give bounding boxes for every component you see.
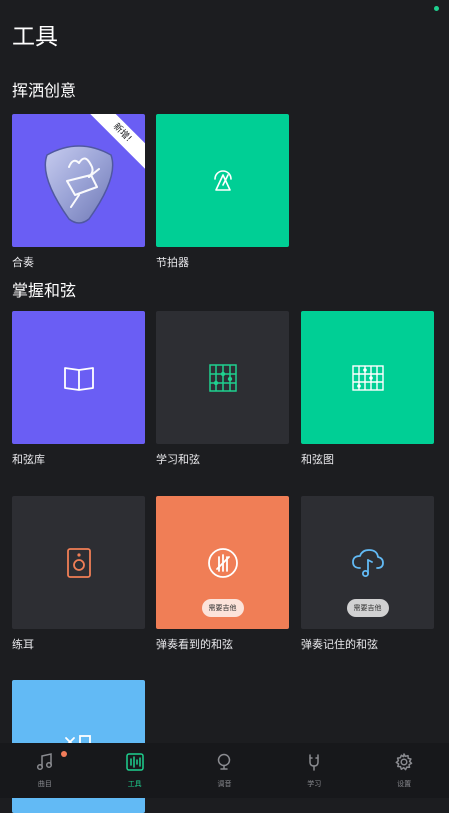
bottom-nav: 曲目 工具 调音 学习 设置 (0, 743, 449, 798)
notification-badge (61, 751, 67, 757)
gear-icon (395, 753, 413, 771)
tile-ensemble[interactable]: 新增! (12, 114, 145, 247)
metronome-icon (213, 169, 232, 191)
tile-chord-library[interactable] (12, 311, 145, 444)
tile-learn-chords[interactable] (156, 311, 289, 444)
book-icon (63, 366, 94, 391)
tile-label-play-remembered-chords: 弹奏记住的和弦 (301, 638, 378, 651)
nav-label-learn: 学习 (307, 780, 322, 788)
section-title-chords: 掌握和弦 (12, 281, 77, 300)
tools-icon (125, 753, 144, 771)
tile-label-play-seen-chords: 弹奏看到的和弦 (156, 638, 233, 651)
tile-ear-training[interactable] (12, 496, 145, 629)
chord-grid-icon (208, 363, 237, 392)
nav-item-settings[interactable]: 设置 (359, 743, 449, 798)
chord-chart-icon (351, 364, 384, 391)
cloud-music-icon (351, 548, 384, 577)
learn-icon (309, 754, 320, 771)
nav-label-settings: 设置 (397, 780, 412, 788)
tuner-icon (218, 753, 231, 770)
tile-label-learn-chords: 学习和弦 (156, 453, 200, 466)
nav-item-songs[interactable]: 曲目 (0, 743, 90, 798)
nav-item-tools[interactable]: 工具 (90, 743, 180, 798)
speaker-icon (66, 547, 91, 578)
tile-chord-chart[interactable] (301, 311, 434, 444)
requires-guitar-badge: 需要吉他 (346, 599, 389, 617)
tile-label-ear-training: 练耳 (12, 638, 34, 651)
nav-item-tuner[interactable]: 调音 (180, 743, 270, 798)
nav-label-tools: 工具 (127, 780, 142, 788)
guitar-circle-icon (207, 547, 238, 578)
nav-label-tuner: 调音 (217, 780, 232, 788)
tile-metronome[interactable] (156, 114, 289, 247)
guitar-pick-icon (44, 144, 113, 224)
music-note-icon (36, 753, 52, 771)
tile-label-metronome: 节拍器 (156, 256, 189, 269)
tile-label-chord-library: 和弦库 (12, 453, 45, 466)
section-title-create: 挥洒创意 (12, 81, 77, 100)
tile-label-chord-chart: 和弦图 (301, 453, 334, 466)
requires-guitar-badge: 需要吉他 (201, 599, 244, 617)
page-title: 工具 (12, 24, 58, 50)
tile-play-remembered-chords[interactable]: 需要吉他 (301, 496, 434, 629)
nav-item-learn[interactable]: 学习 (269, 743, 359, 798)
tile-play-seen-chords[interactable]: 需要吉他 (156, 496, 289, 629)
tile-label-ensemble: 合奏 (12, 256, 34, 269)
nav-label-songs: 曲目 (37, 780, 52, 788)
status-indicator-dot (434, 6, 439, 11)
